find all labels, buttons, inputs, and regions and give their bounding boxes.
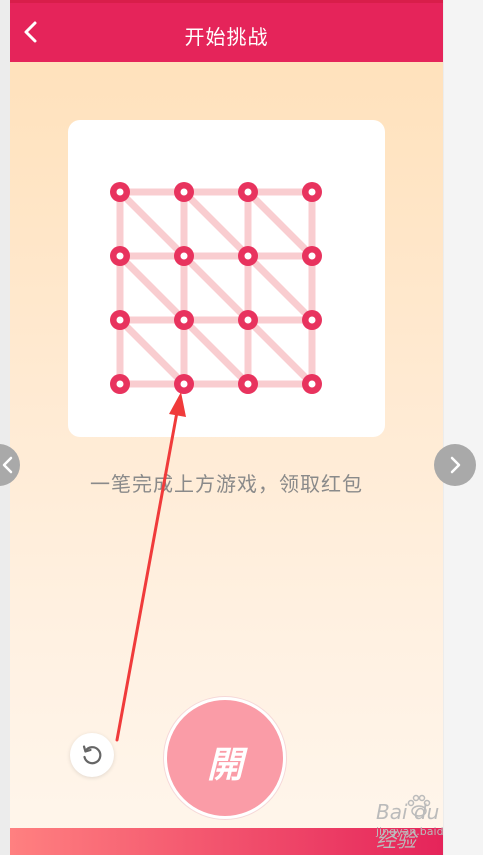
puzzle-edge — [116, 252, 188, 324]
puzzle-edge — [116, 188, 188, 260]
puzzle-node-center — [116, 188, 124, 196]
side-margin — [444, 0, 483, 855]
puzzle-node-center — [180, 252, 188, 260]
open-button-label: 開 — [206, 745, 243, 786]
refresh-icon — [82, 745, 102, 765]
open-red-envelope-button[interactable]: 開 — [164, 697, 286, 819]
puzzle-node-center — [180, 380, 188, 388]
puzzle-node-center — [116, 316, 124, 324]
puzzle-node-center — [180, 316, 188, 324]
puzzle-node-center — [244, 252, 252, 260]
puzzle-edge — [116, 316, 188, 388]
one-stroke-puzzle-grid[interactable] — [68, 120, 385, 437]
puzzle-node-center — [308, 188, 316, 196]
puzzle-node-center — [180, 188, 188, 196]
puzzle-node-center — [308, 380, 316, 388]
puzzle-edge — [244, 188, 316, 260]
puzzle-node-center — [116, 380, 124, 388]
puzzle-node-center — [116, 252, 124, 260]
puzzle-node-center — [244, 380, 252, 388]
puzzle-edge — [244, 252, 316, 324]
puzzle-edge — [180, 252, 252, 324]
puzzle-edge — [244, 316, 316, 388]
chevron-right-icon — [450, 456, 461, 474]
puzzle-edge — [180, 188, 252, 260]
puzzle-node-center — [244, 188, 252, 196]
next-image-button[interactable] — [434, 444, 476, 486]
refresh-button[interactable] — [70, 733, 114, 777]
puzzle-node-center — [308, 316, 316, 324]
puzzle-node-center — [244, 316, 252, 324]
chevron-left-icon — [2, 456, 13, 474]
page-title: 开始挑战 — [184, 25, 269, 49]
header-bar: 开始挑战 — [10, 0, 443, 62]
phone-screen: 开始挑战 一笔完成上方游戏，领取红包 開 Bai du 经验 jingyan.b… — [10, 0, 443, 855]
puzzle-edge — [180, 316, 252, 388]
puzzle-node-center — [308, 252, 316, 260]
watermark-url: jingyan.baidu.com — [376, 825, 443, 838]
instruction-text: 一笔完成上方游戏，领取红包 — [90, 472, 363, 496]
